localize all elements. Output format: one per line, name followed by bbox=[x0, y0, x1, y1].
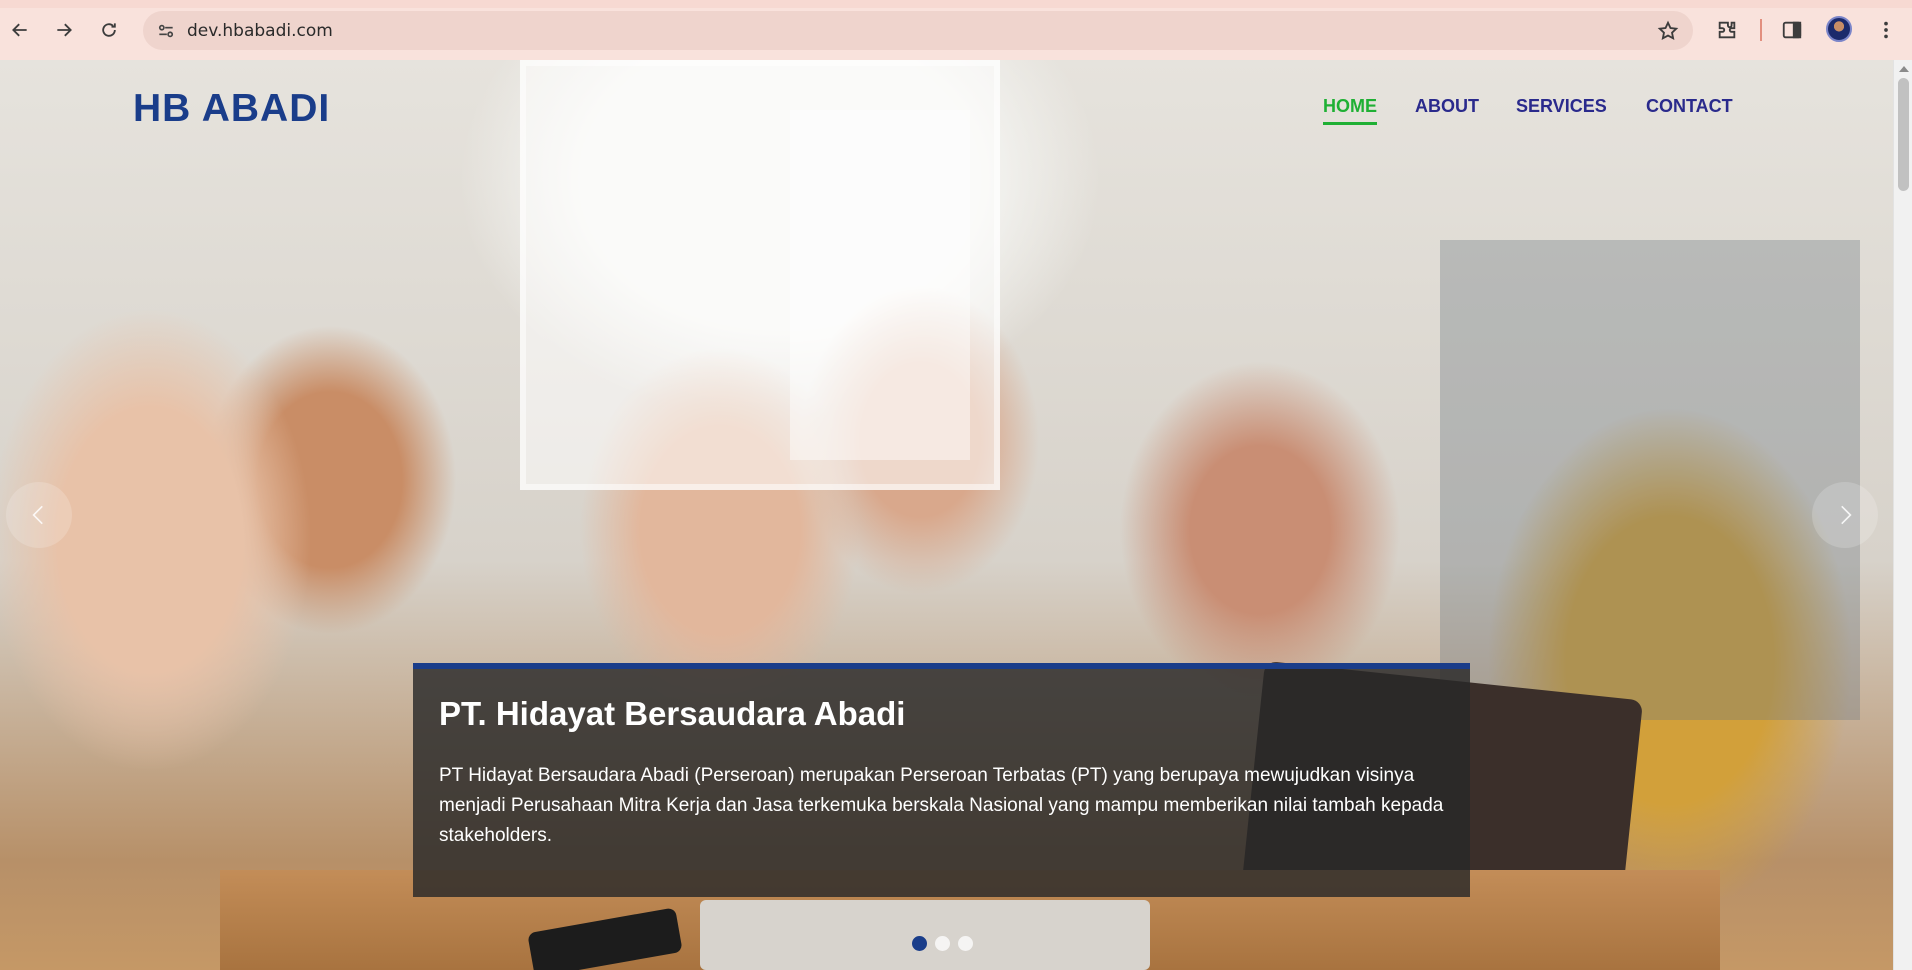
address-bar[interactable]: dev.hbabadi.com bbox=[143, 11, 1693, 50]
hero-caption: PT. Hidayat Bersaudara Abadi PT Hidayat … bbox=[413, 663, 1470, 897]
back-icon[interactable] bbox=[4, 14, 36, 46]
more-menu-icon[interactable] bbox=[1872, 16, 1900, 44]
toolbar-separator bbox=[1760, 19, 1762, 41]
chevron-right-icon bbox=[1841, 505, 1852, 525]
nav-about[interactable]: ABOUT bbox=[1415, 96, 1479, 125]
hero-photo-laptop bbox=[700, 900, 1150, 970]
carousel-indicators bbox=[912, 936, 973, 951]
hero-carousel: HB ABADI HOME ABOUT SERVICES CONTACT PT.… bbox=[0, 60, 1893, 970]
scrollbar-thumb[interactable] bbox=[1898, 78, 1909, 191]
carousel-next-button[interactable] bbox=[1812, 482, 1878, 548]
caption-text: PT Hidayat Bersaudara Abadi (Perseroan) … bbox=[439, 765, 1444, 846]
site-info-icon[interactable] bbox=[155, 20, 177, 42]
forward-icon[interactable] bbox=[48, 14, 80, 46]
tab-strip bbox=[0, 0, 1912, 8]
side-panel-icon[interactable] bbox=[1778, 16, 1806, 44]
carousel-dot-2[interactable] bbox=[935, 936, 950, 951]
caption-title: PT. Hidayat Bersaudara Abadi bbox=[439, 695, 906, 732]
carousel-dot-3[interactable] bbox=[958, 936, 973, 951]
chevron-left-icon bbox=[32, 505, 43, 525]
nav-home[interactable]: HOME bbox=[1323, 96, 1377, 125]
carousel-dot-1[interactable] bbox=[912, 936, 927, 951]
page-scrollbar[interactable] bbox=[1893, 60, 1912, 970]
browser-toolbar: dev.hbabadi.com bbox=[0, 0, 1912, 60]
bookmark-star-icon[interactable] bbox=[1657, 20, 1679, 42]
extensions-icon[interactable] bbox=[1713, 16, 1741, 44]
url-text[interactable]: dev.hbabadi.com bbox=[187, 21, 333, 41]
nav-services[interactable]: SERVICES bbox=[1516, 96, 1607, 125]
profile-avatar[interactable] bbox=[1826, 16, 1852, 42]
nav-contact[interactable]: CONTACT bbox=[1646, 96, 1733, 125]
hero-photo-window-pane bbox=[790, 110, 970, 460]
scroll-up-arrow-icon[interactable] bbox=[1899, 66, 1909, 72]
main-nav: HOME ABOUT SERVICES CONTACT bbox=[0, 96, 1893, 136]
reload-icon[interactable] bbox=[93, 14, 125, 46]
carousel-prev-button[interactable] bbox=[6, 482, 72, 548]
page-viewport: HB ABADI HOME ABOUT SERVICES CONTACT PT.… bbox=[0, 60, 1912, 970]
hero-photo-background bbox=[1440, 240, 1860, 720]
